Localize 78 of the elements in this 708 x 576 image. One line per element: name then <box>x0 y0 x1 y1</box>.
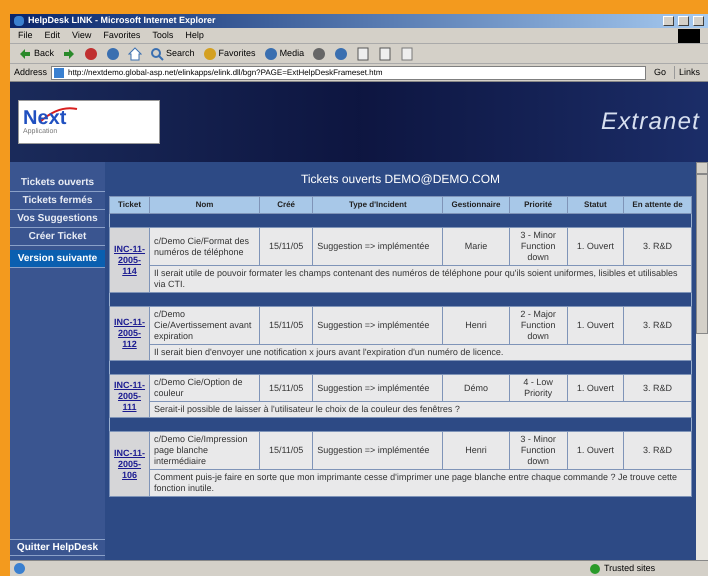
table-cell: 3 - Minor Function down <box>509 432 568 470</box>
table-cell: 15/11/05 <box>260 374 313 402</box>
toolbar-button[interactable] <box>128 46 142 60</box>
table-cell: c/Demo Cie/Avertissement avant expiration <box>150 306 260 344</box>
go-button[interactable]: Go <box>650 66 670 80</box>
table-cell: Suggestion => implémentée <box>312 374 443 402</box>
toolbar-button[interactable]: Back <box>18 46 54 60</box>
description-cell: Il serait bien d'envoyer une notification x jours avant l'expiration d'un numéro de licence. <box>150 344 692 360</box>
maximize-button[interactable] <box>678 16 689 26</box>
table-cell: c/Demo Cie/Option de couleur <box>150 374 260 402</box>
column-header: En attente de <box>624 196 692 214</box>
document-icon <box>400 46 414 60</box>
address-label: Address <box>14 66 48 79</box>
table-cell: 3 - Minor Function down <box>509 228 568 266</box>
table-cell: 3. R&D <box>624 432 692 470</box>
table-cell: 4 - Low Priority <box>509 374 568 402</box>
zone-label: Trusted sites <box>604 562 656 575</box>
table-cell: 1. Ouvert <box>567 374 624 402</box>
table-cell: 1. Ouvert <box>567 306 624 344</box>
table-cell: Henri <box>442 432 510 470</box>
toolbar-button[interactable]: Favorites <box>202 46 256 60</box>
sidebar-item[interactable]: Version suivante <box>10 250 105 268</box>
home-icon <box>128 46 142 60</box>
sidebar-item[interactable]: Créer Ticket <box>10 228 105 246</box>
menu-item[interactable]: Favorites <box>103 28 140 42</box>
column-header: Gestionnaire <box>442 196 510 214</box>
toolbar-button[interactable] <box>400 46 414 60</box>
table-cell: 15/11/05 <box>260 228 313 266</box>
back-arrow-icon <box>18 46 32 60</box>
sidebar-item[interactable]: Tickets fermés <box>10 192 105 210</box>
menu-item[interactable]: Edit <box>44 28 60 42</box>
column-header: Ticket <box>110 196 150 214</box>
table-cell: c/Demo Cie/Format des numéros de téléphone <box>150 228 260 266</box>
banner-title: Extranet <box>601 107 700 137</box>
table-cell: Marie <box>442 228 510 266</box>
table-cell: Henri <box>442 306 510 344</box>
table-cell: Suggestion => implémentée <box>312 432 443 470</box>
description-cell: Serait-il possible de laisser à l'utilisateur le choix de la couleur des fenêtres ? <box>150 402 692 418</box>
table-cell: 15/11/05 <box>260 306 313 344</box>
menu-item[interactable]: File <box>18 28 33 42</box>
forward-arrow-icon <box>62 46 76 60</box>
table-cell: 1. Ouvert <box>567 228 624 266</box>
search-icon <box>150 46 164 60</box>
address-field[interactable]: http://nextdemo.global-asp.net/elinkapps/elink.dll/bgn?PAGE=ExtHelpDeskFrameset.htm <box>51 66 646 80</box>
sidebar-item[interactable]: Vos Suggestions <box>10 210 105 228</box>
column-header: Créé <box>260 196 313 214</box>
menu-item[interactable]: Tools <box>152 28 174 42</box>
menu-item[interactable]: View <box>72 28 92 42</box>
toolbar-button[interactable] <box>378 46 392 60</box>
page-title: Tickets ouverts DEMO@DEMO.COM <box>300 171 502 188</box>
description-cell: Il serait utile de pouvoir formater les champs contenant des numéros de téléphone pour qu'ils soient uniformes, lisibles et utilisables via CTI. <box>150 266 692 292</box>
document-icon <box>378 46 392 60</box>
window-title: HelpDesk LINK - Microsoft Internet Explorer <box>28 14 216 28</box>
menu-item[interactable]: Help <box>185 28 204 42</box>
links-button[interactable]: Links <box>674 66 704 80</box>
table-cell: 15/11/05 <box>260 432 313 470</box>
table-cell: Suggestion => implémentée <box>312 228 443 266</box>
toolbar-button[interactable]: Search <box>150 46 195 60</box>
sidebar-item[interactable]: Quitter HelpDesk <box>10 539 105 556</box>
column-header: Type d'Incident <box>312 196 443 214</box>
column-header: Statut <box>567 196 624 214</box>
table-cell: 3. R&D <box>624 306 692 344</box>
description-cell: Comment puis-je faire en sorte que mon imprimante cesse d'imprimer une page blanche entre chaque commande ? Je trouve cette fonction inutile. <box>150 470 692 496</box>
table-cell: c/Demo Cie/Impression page blanche intermédiaire <box>150 432 260 470</box>
toolbar-button[interactable] <box>62 46 76 60</box>
scrollbar[interactable] <box>696 162 708 560</box>
table-cell: Démo <box>442 374 510 402</box>
table-cell: Suggestion => implémentée <box>312 306 443 344</box>
table-cell: 3. R&D <box>624 374 692 402</box>
table-cell: 3. R&D <box>624 228 692 266</box>
minimize-button[interactable] <box>663 16 674 26</box>
table-cell: 2 - Major Function down <box>509 306 568 344</box>
toolbar-button[interactable]: Media <box>264 46 304 60</box>
sidebar-item[interactable]: Tickets ouverts <box>10 174 105 192</box>
column-header: Nom <box>150 196 260 214</box>
column-header: Priorité <box>509 196 568 214</box>
table-cell: 1. Ouvert <box>567 432 624 470</box>
close-button[interactable] <box>693 16 704 26</box>
